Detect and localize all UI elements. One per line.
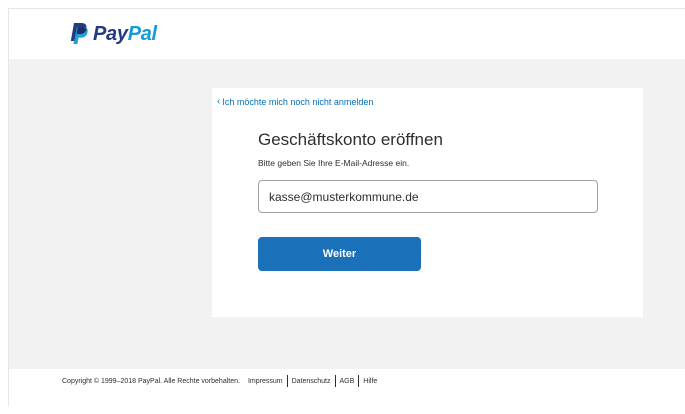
header: PayPal [9,9,685,59]
footer-link-agb[interactable]: AGB [340,378,355,385]
footer-row: Copyright © 1999–2018 PayPal. Alle Recht… [62,375,377,387]
footer-divider [334,375,336,387]
page-title: Geschäftskonto eröffnen [258,130,443,149]
continue-button[interactable]: Weiter [258,237,421,271]
email-field[interactable] [258,180,598,213]
content-band: ‹ Ich möchte mich noch nicht anmelden Ge… [9,59,685,369]
footer-link-impressum[interactable]: Impressum [248,378,283,385]
paypal-logo[interactable]: PayPal [68,22,157,45]
logo-pal: Pal [127,22,157,45]
footer-link-hilfe[interactable]: Hilfe [363,378,377,385]
chevron-left-icon: ‹ [217,96,221,107]
paypal-p-icon [70,23,88,44]
back-link[interactable]: ‹ Ich möchte mich noch nicht anmelden [217,96,374,108]
copyright-text: Copyright © 1999–2018 PayPal. Alle Recht… [62,377,240,385]
footer: Copyright © 1999–2018 PayPal. Alle Recht… [9,369,685,407]
page-frame: PayPal ‹ Ich möchte mich noch nicht anme… [8,8,685,407]
email-instruction: Bitte geben Sie Ihre E-Mail-Adresse ein. [258,158,410,168]
logo-pay: Pay [93,22,128,45]
paypal-wordmark: PayPal [93,24,157,44]
footer-divider [358,375,360,387]
back-link-label: Ich möchte mich noch nicht anmelden [222,97,374,107]
signup-card: ‹ Ich möchte mich noch nicht anmelden Ge… [212,88,643,317]
footer-divider [286,375,288,387]
footer-link-datenschutz[interactable]: Datenschutz [292,378,331,385]
